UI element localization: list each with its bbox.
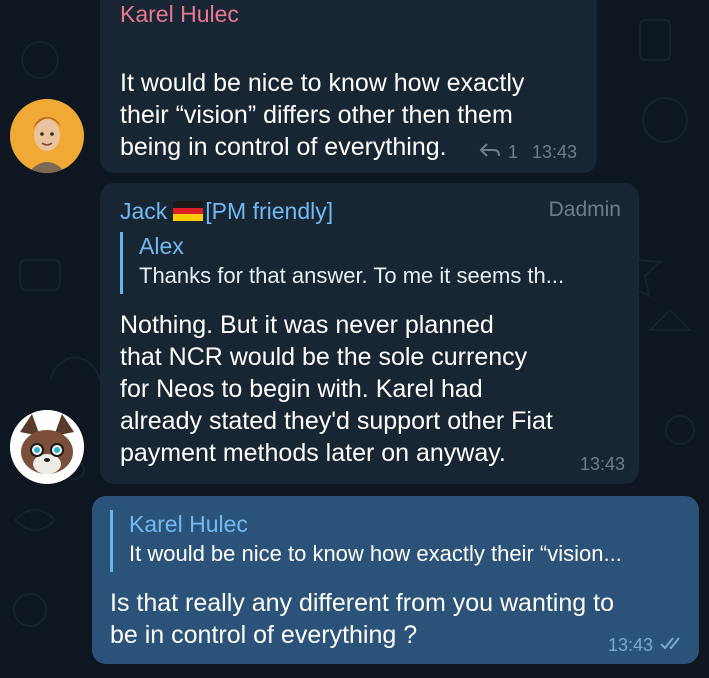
message-time: 13:43: [532, 142, 578, 162]
message-time: 13:43: [607, 635, 653, 655]
reply-sender-name: Karel Hulec: [129, 511, 248, 537]
user-avatar-image: [10, 410, 84, 484]
message-text: Nothing. But it was never planned that N…: [120, 311, 553, 467]
germany-flag-icon: [173, 201, 204, 221]
admin-role-label: Dadmin: [548, 198, 621, 221]
message-bubble[interactable]: Karel Hulec It would be nice to know how…: [100, 0, 597, 221]
message-meta: 13:43: [580, 454, 625, 475]
sender-line: Jack [PM friendly]: [120, 197, 333, 225]
double-check-icon: [659, 635, 687, 656]
sender-name[interactable]: Karel Hulec: [120, 0, 239, 28]
message-meta: 13:43: [608, 635, 687, 656]
reply-preview[interactable]: Karel Hulec It would be nice to know how…: [110, 510, 622, 572]
message-text: Is that really any different from you wa…: [110, 589, 614, 649]
message-bubble[interactable]: Jack [PM friendly] Dadmin Alex Thanks fo…: [100, 183, 639, 484]
user-avatar-image: [10, 99, 84, 173]
reply-sender-name: Alex: [139, 233, 184, 259]
reply-preview[interactable]: Alex Thanks for that answer. To me it se…: [120, 232, 564, 294]
avatar[interactable]: [10, 99, 84, 173]
message-meta: 1 13:43: [478, 141, 577, 164]
message-text-content: It would be nice to know how exactly the…: [120, 69, 525, 161]
reply-snippet: Thanks for that answer. To me it seems t…: [139, 263, 565, 288]
reply-arrow-icon[interactable]: [478, 141, 502, 164]
avatar[interactable]: [10, 410, 84, 484]
replies-count[interactable]: 1: [508, 142, 518, 163]
sender-name[interactable]: Jack: [120, 197, 167, 225]
message-time: 13:43: [579, 454, 625, 474]
reply-snippet: It would be nice to know how exactly the…: [129, 541, 622, 566]
sender-tag[interactable]: [PM friendly]: [205, 197, 333, 225]
message-bubble-outgoing[interactable]: Karel Hulec It would be nice to know how…: [92, 496, 699, 664]
